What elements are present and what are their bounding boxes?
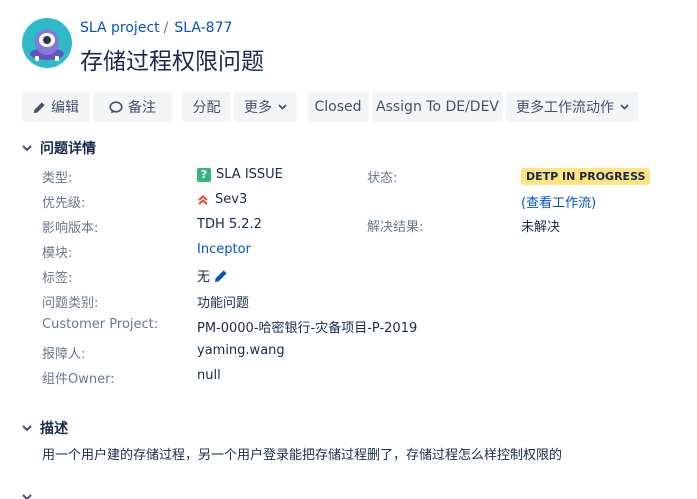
description-text: 用一个用户建的存储过程，另一个用户登录能把存储过程删了，存储过程怎么样控制权限的 xyxy=(42,448,563,463)
details-section-toggle[interactable]: 问题详情 xyxy=(22,138,96,158)
assign-to-dev-button-label: Assign To DE/DEV xyxy=(376,99,499,115)
affects-version-label: 影响版本: xyxy=(42,221,99,236)
assign-to-dev-button[interactable]: Assign To DE/DEV xyxy=(372,92,503,122)
details-section-title: 问题详情 xyxy=(40,141,96,157)
assign-button[interactable]: 分配 xyxy=(182,92,231,122)
speech-bubble-icon xyxy=(109,100,123,113)
question-icon: ? xyxy=(197,167,211,182)
breadcrumb-project-link[interactable]: SLA project xyxy=(80,20,160,36)
customer-project-label: Customer Project: xyxy=(42,317,159,332)
pencil-icon xyxy=(33,101,45,113)
labels-value-text: 无 xyxy=(197,270,211,285)
reporter-label: 报障人: xyxy=(42,347,86,362)
closed-button[interactable]: Closed xyxy=(307,92,369,122)
component-label: 模块: xyxy=(42,246,73,261)
more-button[interactable]: 更多 xyxy=(234,92,297,122)
customer-project-value: PM-0000-哈密银行-灾备项目-P-2019 xyxy=(197,321,418,336)
type-value-text: SLA ISSUE xyxy=(216,167,283,182)
chevron-down-icon xyxy=(22,494,32,499)
type-value: ? SLA ISSUE xyxy=(197,167,283,182)
affects-version-value: TDH 5.2.2 xyxy=(197,217,262,232)
breadcrumb-issue-key[interactable]: SLA-877 xyxy=(174,20,232,36)
breadcrumb-separator: / xyxy=(163,20,169,36)
resolution-label: 解决结果: xyxy=(367,220,424,235)
description-section-toggle[interactable]: 描述 xyxy=(22,418,68,438)
component-owner-label: 组件Owner: xyxy=(42,372,115,387)
issue-view-page: SLA project / SLA-877 存储过程权限问题 编辑 备注 分配 更多… xyxy=(0,0,697,499)
resolution-value: 未解决 xyxy=(521,220,561,235)
labels-value: 无 xyxy=(197,266,228,285)
more-button-label: 更多 xyxy=(244,100,272,116)
reporter-value: yaming.wang xyxy=(197,343,285,358)
chevron-down-icon xyxy=(278,104,287,110)
description-section-title: 描述 xyxy=(40,421,68,437)
chevron-down-icon xyxy=(620,104,629,110)
priority-value: Sev3 xyxy=(197,192,247,207)
priority-value-text: Sev3 xyxy=(215,192,248,207)
status-label: 状态: xyxy=(367,171,398,186)
component-link[interactable]: Inceptor xyxy=(197,242,251,257)
comment-button[interactable]: 备注 xyxy=(93,92,172,122)
chevron-down-icon xyxy=(22,424,32,431)
type-label: 类型: xyxy=(42,171,73,186)
issue-category-value: 功能问题 xyxy=(197,296,250,311)
breadcrumb: SLA project / SLA-877 xyxy=(80,20,232,36)
view-workflow-link[interactable]: (查看工作流) xyxy=(521,192,596,211)
status-badge: DETP IN PROGRESS xyxy=(521,168,651,185)
edit-button-label: 编辑 xyxy=(51,100,79,116)
double-chevron-up-icon xyxy=(198,194,208,205)
more-workflow-actions-label: 更多工作流动作 xyxy=(516,100,614,116)
next-section-toggle[interactable] xyxy=(22,492,62,499)
issue-category-label: 问题类别: xyxy=(42,296,99,311)
chevron-down-icon xyxy=(22,144,32,151)
comment-button-label: 备注 xyxy=(128,100,156,116)
labels-label: 标签: xyxy=(42,271,73,286)
alien-avatar-icon[interactable] xyxy=(22,18,72,68)
edit-button[interactable]: 编辑 xyxy=(22,92,90,122)
assign-button-label: 分配 xyxy=(192,100,221,116)
priority-label: 优先级: xyxy=(42,196,86,211)
closed-button-label: Closed xyxy=(314,99,362,115)
page-title: 存储过程权限问题 xyxy=(80,49,264,75)
pencil-icon[interactable] xyxy=(214,269,228,283)
more-workflow-actions-button[interactable]: 更多工作流动作 xyxy=(506,92,639,122)
component-owner-value: null xyxy=(197,368,221,383)
